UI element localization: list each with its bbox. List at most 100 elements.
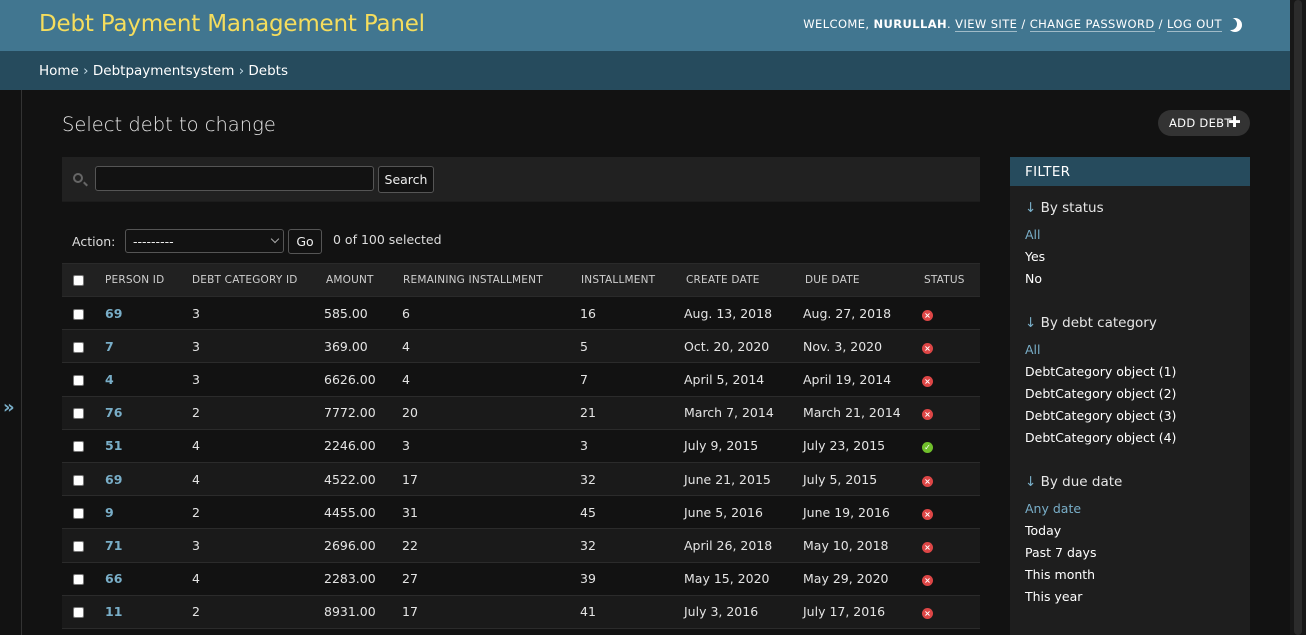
due-date-cell: April 19, 2014 [803,362,922,397]
nav-sidebar-toggle[interactable]: » [0,90,22,635]
select-all-checkbox[interactable] [73,274,84,286]
filter-by-debt-category: ↓ By debt category All DebtCategory obje… [1025,315,1176,449]
filter-item[interactable]: Today [1025,520,1122,542]
filter-item[interactable]: All [1025,224,1104,246]
filter-item[interactable]: This month [1025,564,1122,586]
row-checkbox[interactable] [73,507,84,519]
filter-heading: ↓ By status [1025,200,1104,216]
column-header[interactable]: DEBT CATEGORY ID [192,263,323,297]
person-id-link[interactable]: 69 [95,296,192,331]
remaining-installment-cell: 17 [401,462,579,497]
person-id-link[interactable]: 7 [95,329,192,364]
person-id-link[interactable]: 11 [95,595,192,629]
breadcrumb-home[interactable]: Home [39,63,79,79]
column-header[interactable]: STATUS [922,263,980,297]
log-out-link[interactable]: LOG OUT [1167,17,1222,32]
person-id-link[interactable]: 76 [95,396,192,430]
row-checkbox[interactable] [73,607,84,619]
filter-item[interactable]: All [1025,339,1176,361]
person-id-link[interactable]: 66 [95,562,192,596]
search-input[interactable] [95,166,374,191]
cross-icon: × [922,508,933,520]
filter-item[interactable]: DebtCategory object (3) [1025,405,1176,427]
due-date-cell: June 19, 2016 [803,495,922,530]
installment-cell: 16 [579,296,684,331]
row-checkbox[interactable] [73,308,84,320]
create-date-cell: July 9, 2015 [684,429,803,463]
breadcrumb-separator: › [83,63,89,79]
column-header[interactable]: REMAINING INSTALLMENT [401,263,579,297]
view-site-link[interactable]: VIEW SITE [955,17,1018,32]
row-checkbox[interactable] [73,441,84,453]
due-date-cell: July 23, 2015 [803,429,922,463]
add-debt-button[interactable]: ADD DEBT ✚ [1158,110,1250,136]
category-cell: 4 [192,429,323,463]
row-checkbox[interactable] [73,374,84,386]
person-id-link[interactable]: 9 [95,495,192,530]
create-date-cell: June 5, 2016 [684,495,803,530]
action-select-value: --------- [133,234,174,249]
status-cell: × [922,396,980,430]
amount-cell: 4522.00 [323,462,401,497]
person-id-link[interactable]: 71 [95,528,192,563]
table-row: 9 2 4455.00 31 45 June 5, 2016 June 19, 2016 × [62,495,980,530]
filter-item[interactable]: Past 7 days [1025,542,1122,564]
breadcrumb: Home › Debtpaymentsystem › Debts [0,51,1290,90]
row-checkbox[interactable] [73,574,84,586]
selected-count: 0 of 100 selected [333,232,442,247]
due-date-cell: Aug. 27, 2018 [803,296,922,331]
filter-item[interactable]: No [1025,268,1104,290]
column-header[interactable]: PERSON ID [95,263,192,297]
category-cell: 3 [192,296,323,331]
row-checkbox[interactable] [73,540,84,552]
filter-item[interactable]: Yes [1025,246,1104,268]
category-cell: 2 [192,396,323,430]
due-date-cell: July 17, 2016 [803,595,922,629]
filter-panel: FILTER ↓ By status All Yes No ↓ By debt … [1010,157,1250,635]
moon-icon[interactable] [1228,18,1242,32]
filter-item[interactable]: This year [1025,586,1122,608]
header: Debt Payment Management Panel WELCOME, N… [0,0,1290,51]
remaining-installment-cell: 17 [401,595,579,629]
due-date-cell: May 29, 2020 [803,562,922,596]
person-id-link[interactable]: 51 [95,429,192,463]
change-password-link[interactable]: CHANGE PASSWORD [1029,17,1155,32]
site-title[interactable]: Debt Payment Management Panel [39,11,425,37]
breadcrumb-app[interactable]: Debtpaymentsystem [93,63,235,79]
row-select-cell [62,329,95,364]
installment-cell: 32 [579,528,684,563]
search-button[interactable]: Search [378,166,434,193]
person-id-link[interactable]: 69 [95,462,192,497]
column-header[interactable]: INSTALLMENT [579,263,684,297]
row-select-cell [62,429,95,463]
table-row: 71 3 2696.00 22 32 April 26, 2018 May 10, 2018… [62,528,980,563]
scrollbar-thumb[interactable] [1294,0,1302,635]
select-all-cell [62,263,95,297]
row-checkbox[interactable] [73,341,84,353]
create-date-cell: July 3, 2016 [684,595,803,629]
filter-item[interactable]: DebtCategory object (2) [1025,383,1176,405]
filter-heading: ↓ By debt category [1025,315,1176,331]
status-cell: × [922,528,980,563]
create-date-cell: April 26, 2018 [684,528,803,563]
arrow-down-icon: ↓ [1025,315,1037,331]
action-select[interactable]: --------- [125,229,284,253]
person-id-link[interactable]: 4 [95,362,192,397]
filter-item[interactable]: DebtCategory object (4) [1025,427,1176,449]
filter-item[interactable]: Any date [1025,498,1122,520]
go-button[interactable]: Go [288,229,322,254]
cross-icon: × [922,309,933,321]
row-checkbox[interactable] [73,408,84,420]
username: NURULLAH [873,17,948,31]
due-date-cell: Nov. 3, 2020 [803,329,922,364]
arrow-down-icon: ↓ [1025,200,1037,216]
column-header[interactable]: DUE DATE [803,263,922,297]
filter-item[interactable]: DebtCategory object (1) [1025,361,1176,383]
table-row: 51 4 2246.00 3 3 July 9, 2015 July 23, 2015 ✓ [62,429,980,463]
scrollbar[interactable] [1290,0,1306,635]
amount-cell: 2696.00 [323,528,401,563]
row-checkbox[interactable] [73,474,84,486]
column-header[interactable]: AMOUNT [323,263,401,297]
status-cell: ✓ [922,429,980,463]
column-header[interactable]: CREATE DATE [684,263,803,297]
